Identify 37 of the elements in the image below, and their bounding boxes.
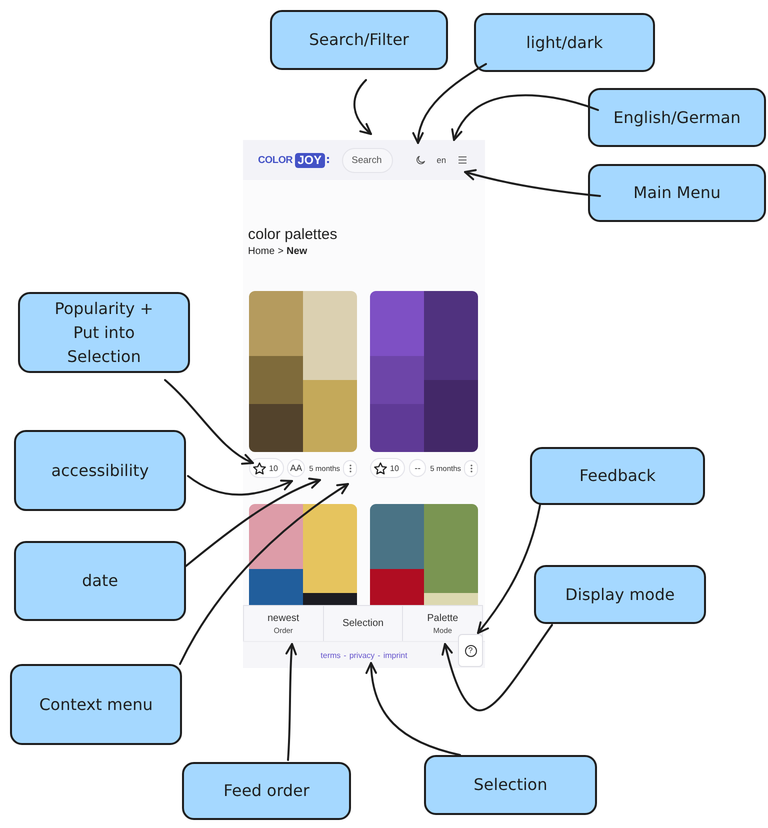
- annotation-callout: English/German: [588, 88, 766, 147]
- annotation-callout: Main Menu: [588, 164, 766, 222]
- menu-icon[interactable]: [458, 156, 468, 164]
- breadcrumb-current: New: [286, 245, 308, 259]
- annotation-callout: Search/Filter: [270, 10, 448, 70]
- annotation-callout: date: [14, 541, 186, 621]
- footer-link[interactable]: imprint: [383, 650, 408, 660]
- annotation-callout: Display mode: [534, 565, 706, 624]
- page-title: color palettes: [248, 226, 338, 244]
- annotation-callout: accessibility: [14, 430, 186, 511]
- logo-link[interactable]: COLOR JOY: [258, 152, 329, 168]
- moon-icon[interactable]: [416, 156, 425, 164]
- toolbar-button[interactable]: Selection: [324, 606, 404, 641]
- footer-separator: -: [344, 650, 346, 660]
- star-button[interactable]: 10: [370, 458, 405, 478]
- accessibility-badge: AA: [287, 459, 306, 477]
- footer-separator: -: [378, 650, 380, 660]
- annotation-callout: Feedback: [530, 447, 705, 505]
- footer-link[interactable]: terms: [320, 650, 341, 660]
- annotation-callout: Popularity + Put into Selection: [18, 292, 190, 373]
- vertical-dots-icon: [348, 464, 352, 472]
- accessibility-badge: --: [409, 459, 426, 477]
- callout-arrow: [353, 79, 372, 135]
- star-button[interactable]: 10: [249, 458, 284, 478]
- breadcrumb-separator: >: [278, 245, 284, 259]
- language-button[interactable]: en: [436, 155, 446, 165]
- context-menu-button[interactable]: [464, 460, 478, 476]
- breadcrumb-link[interactable]: Home: [248, 245, 275, 259]
- annotation-callout: light/dark: [474, 13, 655, 72]
- footer-link[interactable]: privacy: [349, 650, 375, 660]
- annotation-callout: Feed order: [182, 762, 351, 820]
- context-menu-button[interactable]: [343, 460, 357, 476]
- feedback-button[interactable]: ?: [458, 634, 483, 667]
- annotation-callout: Selection: [424, 755, 597, 815]
- annotation-callout: Context menu: [10, 664, 182, 745]
- vertical-dots-icon: [470, 464, 472, 472]
- search-field[interactable]: Search: [342, 148, 393, 172]
